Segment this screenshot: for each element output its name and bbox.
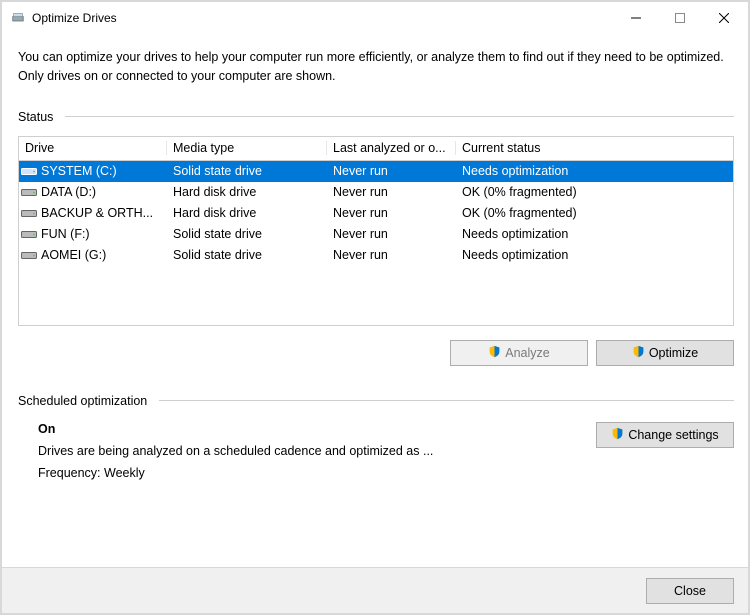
last-analyzed: Never run	[327, 248, 456, 262]
scheduled-section-header: Scheduled optimization	[18, 394, 734, 408]
optimize-label: Optimize	[649, 346, 698, 360]
current-status: Needs optimization	[456, 248, 733, 262]
drive-name: SYSTEM (C:)	[41, 164, 117, 178]
title-bar: Optimize Drives	[2, 2, 748, 34]
drive-icon	[21, 249, 37, 261]
schedule-state: On	[38, 422, 596, 436]
media-type: Hard disk drive	[167, 185, 327, 199]
current-status: Needs optimization	[456, 164, 733, 178]
table-row[interactable]: BACKUP & ORTH... Hard disk driveNever run…	[19, 203, 733, 224]
drive-name: FUN (F:)	[41, 227, 90, 241]
schedule-description: Drives are being analyzed on a scheduled…	[38, 444, 596, 458]
table-row[interactable]: DATA (D:) Hard disk driveNever runOK (0% …	[19, 182, 733, 203]
media-type: Hard disk drive	[167, 206, 327, 220]
close-button[interactable]	[702, 3, 746, 33]
last-analyzed: Never run	[327, 206, 456, 220]
change-settings-label: Change settings	[628, 428, 718, 442]
drive-name: AOMEI (G:)	[41, 248, 106, 262]
header-media[interactable]: Media type	[167, 141, 327, 155]
current-status: OK (0% fragmented)	[456, 206, 733, 220]
header-drive[interactable]: Drive	[19, 141, 167, 155]
table-header: Drive Media type Last analyzed or o... C…	[19, 137, 733, 161]
app-icon	[10, 10, 26, 26]
status-section-header: Status	[18, 110, 734, 124]
change-settings-button[interactable]: Change settings	[596, 422, 734, 448]
media-type: Solid state drive	[167, 227, 327, 241]
header-current-status[interactable]: Current status	[456, 141, 733, 155]
last-analyzed: Never run	[327, 227, 456, 241]
last-analyzed: Never run	[327, 185, 456, 199]
drives-table: Drive Media type Last analyzed or o... C…	[18, 136, 734, 326]
close-dialog-button[interactable]: Close	[646, 578, 734, 604]
last-analyzed: Never run	[327, 164, 456, 178]
action-buttons: Analyze Optimize	[18, 340, 734, 366]
drive-icon	[21, 207, 37, 219]
drive-icon	[21, 186, 37, 198]
window-controls	[614, 3, 746, 33]
table-row[interactable]: SYSTEM (C:) Solid state driveNever runNee…	[19, 161, 733, 182]
shield-icon	[488, 345, 501, 361]
analyze-label: Analyze	[505, 346, 549, 360]
header-last-analyzed[interactable]: Last analyzed or o...	[327, 141, 456, 155]
status-label: Status	[18, 110, 53, 124]
media-type: Solid state drive	[167, 164, 327, 178]
maximize-button[interactable]	[658, 3, 702, 33]
drive-name: BACKUP & ORTH...	[41, 206, 153, 220]
optimize-button[interactable]: Optimize	[596, 340, 734, 366]
current-status: Needs optimization	[456, 227, 733, 241]
table-row[interactable]: AOMEI (G:) Solid state driveNever runNeed…	[19, 245, 733, 266]
shield-icon	[632, 345, 645, 361]
drive-icon	[21, 165, 37, 177]
close-label: Close	[674, 584, 706, 598]
window-title: Optimize Drives	[32, 11, 117, 25]
table-row[interactable]: FUN (F:) Solid state driveNever runNeeds …	[19, 224, 733, 245]
schedule-frequency: Frequency: Weekly	[38, 466, 596, 480]
media-type: Solid state drive	[167, 248, 327, 262]
drive-icon	[21, 228, 37, 240]
minimize-button[interactable]	[614, 3, 658, 33]
drive-name: DATA (D:)	[41, 185, 96, 199]
description-text: You can optimize your drives to help you…	[18, 48, 734, 86]
shield-icon	[611, 427, 624, 443]
current-status: OK (0% fragmented)	[456, 185, 733, 199]
analyze-button[interactable]: Analyze	[450, 340, 588, 366]
scheduled-label: Scheduled optimization	[18, 394, 147, 408]
footer: Close	[2, 567, 748, 613]
